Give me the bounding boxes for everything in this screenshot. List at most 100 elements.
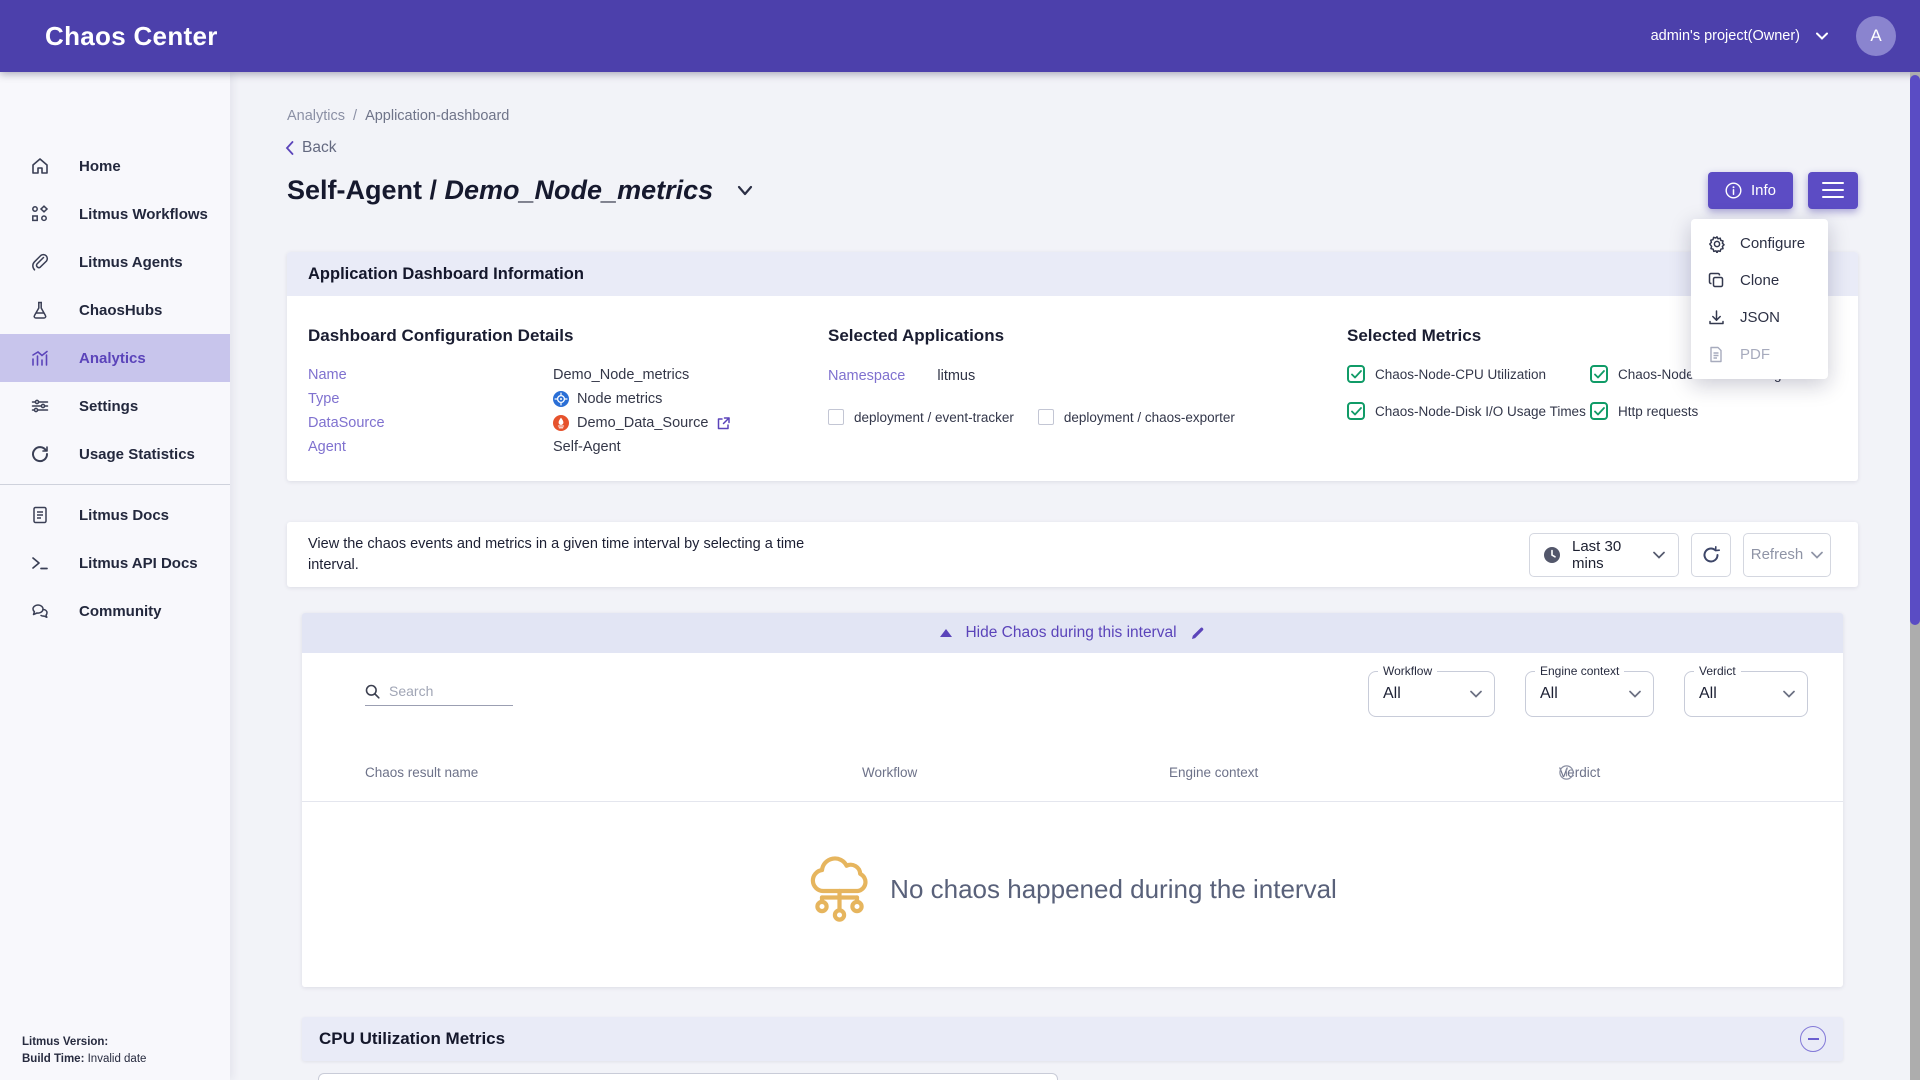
menu-item-json[interactable]: JSON <box>1691 299 1828 336</box>
verdict-filter-select[interactable]: Verdict All <box>1684 671 1808 717</box>
config-name-label: Name <box>308 363 553 387</box>
chaoshubs-icon <box>29 299 51 321</box>
scrollbar-thumb[interactable] <box>1910 75 1920 625</box>
clock-icon <box>1543 546 1561 564</box>
sidebar-item-label: Usage Statistics <box>79 446 195 463</box>
sidebar-item-litmus-docs[interactable]: Litmus Docs <box>0 491 230 539</box>
search-input[interactable] <box>389 683 504 699</box>
engine-context-filter-select[interactable]: Engine context All <box>1525 671 1654 717</box>
table-divider <box>302 801 1843 802</box>
chevron-down-icon <box>1783 690 1795 698</box>
scrollbar-track[interactable] <box>1910 72 1920 1080</box>
workflow-filter-select[interactable]: Workflow All <box>1368 671 1495 717</box>
sidebar-item-analytics[interactable]: Analytics <box>0 334 230 382</box>
sidebar-item-label: ChaosHubs <box>79 302 162 319</box>
app-title: Chaos Center <box>45 21 218 52</box>
menu-item-clone[interactable]: Clone <box>1691 262 1828 299</box>
gear-icon <box>1708 235 1726 253</box>
cpu-section-title: CPU Utilization Metrics <box>319 1029 505 1049</box>
usage-statistics-icon <box>29 443 51 465</box>
verdict-filter-label: Verdict <box>1694 664 1741 678</box>
metric-checkbox-http-requests[interactable]: Http requests <box>1590 402 1837 420</box>
namespace-value: litmus <box>937 368 975 384</box>
back-button[interactable]: Back <box>285 139 1906 157</box>
avatar[interactable]: A <box>1856 16 1896 56</box>
hide-chaos-toggle[interactable]: Hide Chaos during this interval <box>302 613 1843 653</box>
namespace-label: Namespace <box>828 368 905 384</box>
sidebar-item-usage-statistics[interactable]: Usage Statistics <box>0 430 230 478</box>
cpu-chart-panel <box>318 1073 1058 1080</box>
dashboard-configuration-details: Dashboard Configuration Details Name Dem… <box>308 314 828 459</box>
dashboard-switch-chevron-icon[interactable] <box>737 185 753 196</box>
chevron-down-icon <box>1811 551 1823 559</box>
chevron-down-icon <box>1653 551 1665 559</box>
column-chaos-result-name: Chaos result name <box>365 765 478 780</box>
column-workflow: Workflow <box>862 765 917 780</box>
sidebar-item-litmus-workflows[interactable]: Litmus Workflows <box>0 190 230 238</box>
metric-checkbox-disk-io-times[interactable]: Chaos-Node-Disk I/O Usage Times <box>1347 402 1590 420</box>
application-checkbox-label: deployment / event-tracker <box>854 410 1014 425</box>
sidebar-item-label: Litmus Docs <box>79 507 169 524</box>
sidebar-item-community[interactable]: Community <box>0 587 230 635</box>
dashboard-options-menu-button[interactable] <box>1808 172 1858 209</box>
sidebar: Home Litmus Workflows Litmus Agents Chao… <box>0 72 230 1080</box>
interval-description: View the chaos events and metrics in a g… <box>308 534 853 576</box>
menu-item-configure[interactable]: Configure <box>1691 225 1828 262</box>
home-icon <box>29 155 51 177</box>
config-name-value: Demo_Node_metrics <box>553 363 689 387</box>
refresh-mode-select[interactable]: Refresh <box>1743 533 1831 577</box>
workflow-filter-label: Workflow <box>1378 664 1437 678</box>
breadcrumb-analytics-link[interactable]: Analytics <box>287 108 345 124</box>
sidebar-item-home[interactable]: Home <box>0 142 230 190</box>
sidebar-item-litmus-agents[interactable]: Litmus Agents <box>0 238 230 286</box>
sidebar-item-label: Litmus Workflows <box>79 206 208 223</box>
application-checkbox-event-tracker[interactable]: deployment / event-tracker <box>828 409 1014 425</box>
menu-item-label: Configure <box>1740 235 1805 252</box>
empty-message: No chaos happened during the interval <box>890 874 1337 905</box>
time-interval-bar: View the chaos events and metrics in a g… <box>287 522 1858 587</box>
checkbox-checked[interactable] <box>1590 402 1608 420</box>
title-row: Self-Agent / Demo_Node_metrics Info <box>287 170 1858 210</box>
main-content: Analytics / Application-dashboard Back S… <box>230 72 1906 1080</box>
sidebar-item-label: Home <box>79 158 121 175</box>
sidebar-item-litmus-api-docs[interactable]: Litmus API Docs <box>0 539 230 587</box>
checkbox-checked[interactable] <box>1347 402 1365 420</box>
info-circle-icon[interactable] <box>1559 765 1574 780</box>
config-agent-value: Self-Agent <box>553 435 621 459</box>
document-icon <box>29 504 51 526</box>
dashboard-options-menu: Configure Clone JSON PDF <box>1691 219 1828 379</box>
checkbox-checked[interactable] <box>1347 365 1365 383</box>
sidebar-footer: Litmus Version: Build Time: Invalid date <box>22 1034 146 1068</box>
copy-icon <box>1708 272 1726 290</box>
checkbox-unchecked[interactable] <box>1038 409 1054 425</box>
info-icon <box>1725 182 1742 199</box>
application-checkbox-chaos-exporter[interactable]: deployment / chaos-exporter <box>1038 409 1235 425</box>
avatar-initial: A <box>1870 26 1881 46</box>
application-checkbox-label: deployment / chaos-exporter <box>1064 410 1235 425</box>
metric-checkbox-cpu-utilization[interactable]: Chaos-Node-CPU Utilization <box>1347 365 1590 383</box>
time-range-value: Last 30 mins <box>1572 538 1642 572</box>
config-agent-label: Agent <box>308 435 553 459</box>
sidebar-item-label: Litmus Agents <box>79 254 183 271</box>
selected-applications-title: Selected Applications <box>828 326 1347 346</box>
edit-pencil-icon[interactable] <box>1190 626 1205 641</box>
breadcrumb: Analytics / Application-dashboard <box>287 108 1906 124</box>
collapse-triangle-icon <box>940 629 952 637</box>
checkbox-checked[interactable] <box>1590 365 1608 383</box>
config-datasource-label: DataSource <box>308 411 553 435</box>
page-title-agent: Self-Agent / <box>287 175 445 206</box>
page-title: Self-Agent / Demo_Node_metrics <box>287 175 713 206</box>
minus-circle-icon[interactable] <box>1800 1026 1826 1052</box>
info-button[interactable]: Info <box>1708 172 1793 209</box>
chevron-down-icon <box>1816 32 1828 40</box>
checkbox-unchecked[interactable] <box>828 409 844 425</box>
project-selector[interactable]: admin's project(Owner) <box>1651 28 1828 44</box>
time-range-select[interactable]: Last 30 mins <box>1529 533 1679 577</box>
breadcrumb-current: Application-dashboard <box>365 108 509 124</box>
external-link-icon[interactable] <box>716 416 731 431</box>
settings-sliders-icon <box>29 395 51 417</box>
sidebar-item-chaoshubs[interactable]: ChaosHubs <box>0 286 230 334</box>
sidebar-item-settings[interactable]: Settings <box>0 382 230 430</box>
agents-icon <box>29 251 51 273</box>
refresh-now-button[interactable] <box>1691 533 1731 577</box>
